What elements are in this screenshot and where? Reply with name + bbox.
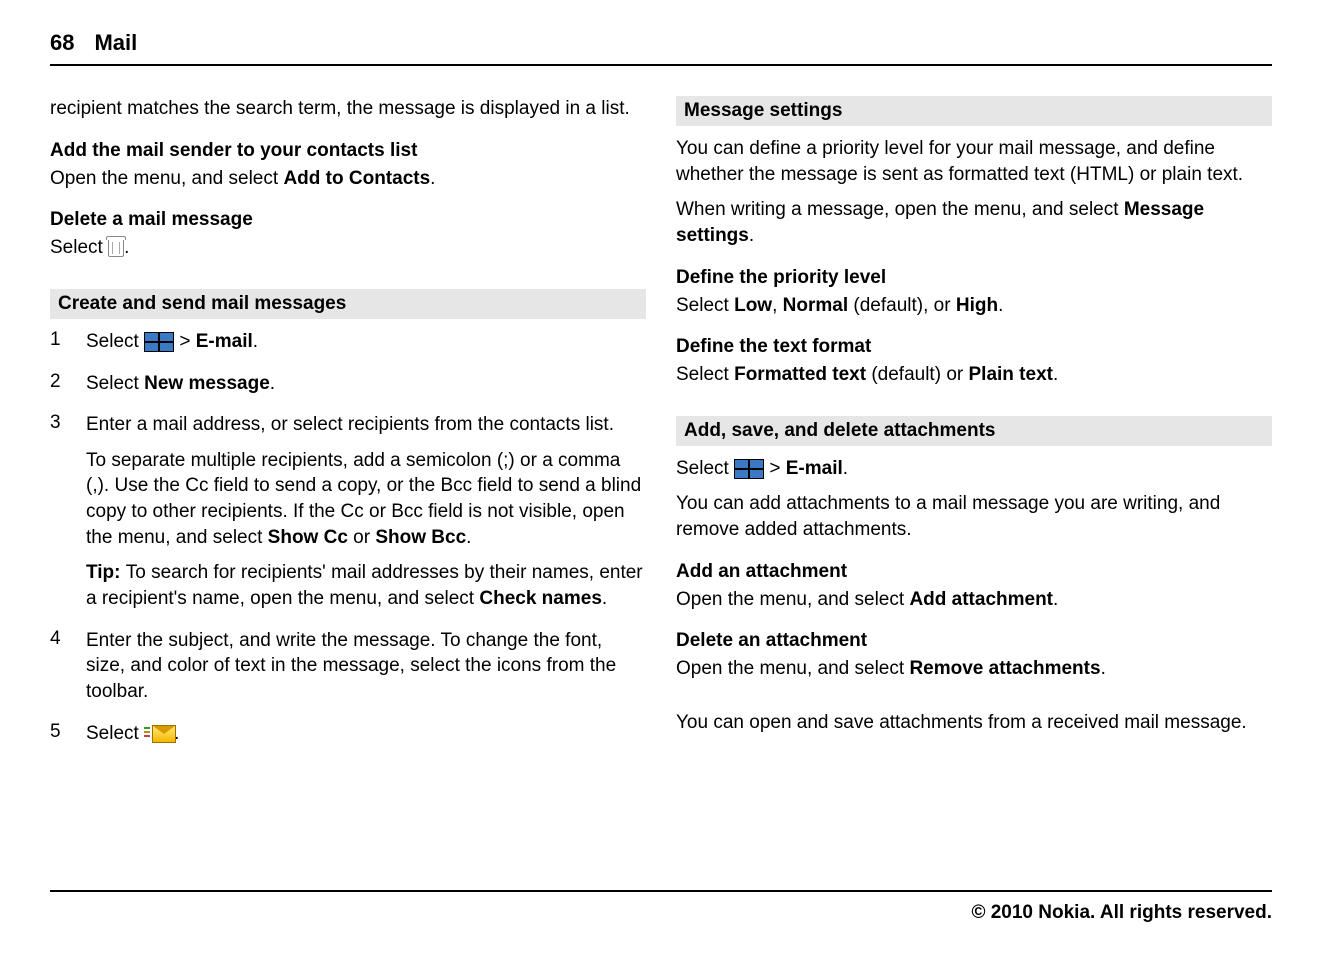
menu-grid-icon <box>144 332 174 352</box>
step-number: 2 <box>50 371 86 407</box>
action-add-attachment: Add attachment <box>909 589 1053 610</box>
settings-p2: When writing a message, open the menu, a… <box>676 197 1272 248</box>
attachments-heading: Add, save, and delete attachments <box>676 416 1272 446</box>
text: Select <box>50 237 108 258</box>
text: Select <box>86 331 144 352</box>
page-number: 68 <box>50 30 74 56</box>
delete-attachment-heading: Delete an attachment <box>676 630 1272 652</box>
page-footer: © 2010 Nokia. All rights reserved. <box>50 890 1272 924</box>
action-add-to-contacts: Add to Contacts <box>283 168 430 189</box>
step-body: Enter the subject, and write the message… <box>86 628 646 715</box>
step-number: 4 <box>50 628 86 715</box>
text: . <box>430 168 435 189</box>
action-email: E-mail <box>196 331 253 352</box>
header-section-title: Mail <box>94 30 137 56</box>
text: . <box>843 458 848 479</box>
add-sender-body: Open the menu, and select Add to Contact… <box>50 166 646 192</box>
step-body: Select New message. <box>86 371 646 407</box>
tip-label: Tip: <box>86 562 126 583</box>
delete-message-body: Select . <box>50 235 646 261</box>
intro-text: recipient matches the search term, the m… <box>50 96 646 122</box>
add-attachment-body: Open the menu, and select Add attachment… <box>676 587 1272 613</box>
option-normal: Normal <box>783 295 848 316</box>
text: . <box>1053 364 1058 385</box>
text: . <box>124 237 129 258</box>
text-format-heading: Define the text format <box>676 336 1272 358</box>
text: Open the menu, and select <box>50 168 283 189</box>
text: . <box>253 331 258 352</box>
text: . <box>602 588 607 609</box>
step3-tip: Tip: To search for recipients' mail addr… <box>86 560 646 611</box>
text: Open the menu, and select <box>676 658 909 679</box>
action-remove-attachments: Remove attachments <box>909 658 1100 679</box>
step-4: 4 Enter the subject, and write the messa… <box>50 628 646 715</box>
step-2: 2 Select New message. <box>50 371 646 407</box>
text: . <box>270 373 275 394</box>
option-formatted-text: Formatted text <box>734 364 866 385</box>
create-send-section-heading: Create and send mail messages <box>50 289 646 319</box>
menu-grid-icon <box>734 459 764 479</box>
delete-attachment-body: Open the menu, and select Remove attachm… <box>676 656 1272 682</box>
create-steps-list: 1 Select > E-mail. 2 Select New message. <box>50 329 646 756</box>
page-header: 68 Mail <box>50 30 1272 66</box>
text: Open the menu, and select <box>676 589 909 610</box>
text: or <box>348 527 375 548</box>
text: . <box>1053 589 1058 610</box>
text: Select <box>676 364 734 385</box>
text: Select <box>86 373 144 394</box>
action-check-names: Check names <box>479 588 602 609</box>
attachments-p3: You can open and save attachments from a… <box>676 710 1272 736</box>
text: (default) or <box>866 364 968 385</box>
step-1: 1 Select > E-mail. <box>50 329 646 365</box>
right-column: Message settings You can define a priori… <box>676 96 1272 762</box>
text-format-body: Select Formatted text (default) or Plain… <box>676 362 1272 388</box>
option-high: High <box>956 295 998 316</box>
send-envelope-icon <box>144 725 174 743</box>
settings-p1: You can define a priority level for your… <box>676 136 1272 187</box>
action-new-message: New message <box>144 373 270 394</box>
attachments-p2: You can add attachments to a mail messag… <box>676 491 1272 542</box>
text: Select <box>86 723 144 744</box>
priority-heading: Define the priority level <box>676 267 1272 289</box>
step3-p2: To separate multiple recipients, add a s… <box>86 448 646 551</box>
action-show-bcc: Show Bcc <box>375 527 466 548</box>
text: , <box>772 295 783 316</box>
step-3: 3 Enter a mail address, or select recipi… <box>50 412 646 621</box>
left-column: recipient matches the search term, the m… <box>50 96 646 762</box>
add-attachment-heading: Add an attachment <box>676 561 1272 583</box>
step3-p1: Enter a mail address, or select recipien… <box>86 412 646 438</box>
page: 68 Mail recipient matches the search ter… <box>0 0 1322 954</box>
option-low: Low <box>734 295 772 316</box>
step-body: Enter a mail address, or select recipien… <box>86 412 646 621</box>
step-number: 1 <box>50 329 86 365</box>
step-body: Select . <box>86 721 646 757</box>
step-number: 5 <box>50 721 86 757</box>
text: . <box>749 225 754 246</box>
attachments-select-line: Select > E-mail. <box>676 456 1272 482</box>
message-settings-heading: Message settings <box>676 96 1272 126</box>
trash-icon <box>108 240 124 257</box>
step-number: 3 <box>50 412 86 621</box>
add-sender-heading: Add the mail sender to your contacts lis… <box>50 140 646 162</box>
text: Select <box>676 295 734 316</box>
content-columns: recipient matches the search term, the m… <box>50 96 1272 762</box>
text: > <box>174 331 196 352</box>
text: When writing a message, open the menu, a… <box>676 199 1124 220</box>
text: > <box>764 458 786 479</box>
text: (default), or <box>848 295 956 316</box>
text: . <box>1101 658 1106 679</box>
text: . <box>466 527 471 548</box>
text: . <box>998 295 1003 316</box>
option-plain-text: Plain text <box>969 364 1053 385</box>
step4-p1: Enter the subject, and write the message… <box>86 628 646 705</box>
step-5: 5 Select . <box>50 721 646 757</box>
priority-body: Select Low, Normal (default), or High. <box>676 293 1272 319</box>
delete-message-heading: Delete a mail message <box>50 209 646 231</box>
action-email: E-mail <box>786 458 843 479</box>
action-show-cc: Show Cc <box>268 527 348 548</box>
text: Select <box>676 458 734 479</box>
step-body: Select > E-mail. <box>86 329 646 365</box>
